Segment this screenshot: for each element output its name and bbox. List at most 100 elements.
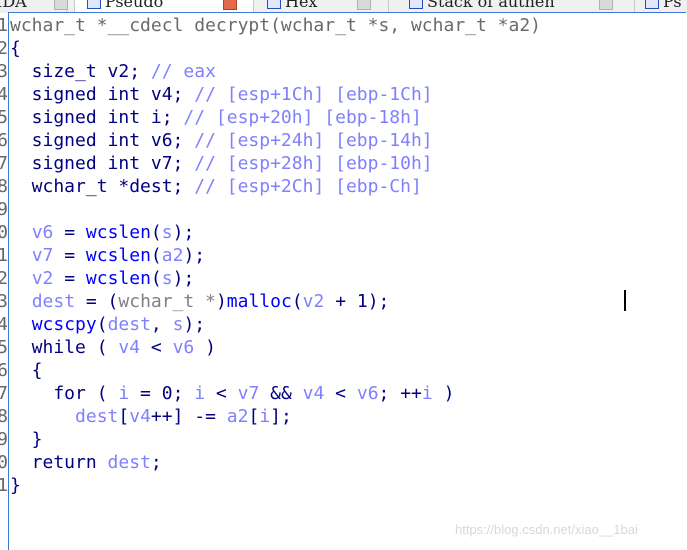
code-token: v4 bbox=[302, 383, 325, 404]
code-text: wchar_t *__cdecl decrypt(wchar_t *s, wch… bbox=[10, 14, 541, 37]
line-number: 13 bbox=[0, 291, 8, 312]
code-token: ); bbox=[172, 268, 195, 289]
code-token: v7 bbox=[237, 383, 260, 404]
code-text: signed int v4; // [esp+1Ch] [ebp-1Ch] bbox=[10, 83, 433, 106]
tab-label: IDA bbox=[0, 0, 27, 11]
code-token: v6 bbox=[31, 222, 54, 243]
close-icon[interactable] bbox=[599, 0, 613, 10]
code-token: { bbox=[10, 38, 21, 59]
line-number: 4 bbox=[0, 84, 8, 105]
line-number: 16 bbox=[0, 360, 8, 381]
code-token: } bbox=[10, 475, 21, 496]
code-token: signed int i; bbox=[10, 107, 184, 128]
code-token: // [esp+28h] [ebp-10h] bbox=[194, 153, 433, 174]
code-token: ) bbox=[432, 383, 455, 404]
tab-label: Stack of authen bbox=[427, 0, 555, 11]
code-token: ++] -= bbox=[150, 406, 227, 427]
tab-stack-of-authen[interactable]: Stack of authen bbox=[389, 0, 635, 12]
code-token: size_t v2; bbox=[10, 61, 151, 82]
code-text: wchar_t *dest; // [esp+2Ch] [ebp-Ch] bbox=[10, 175, 422, 198]
code-token: } bbox=[10, 429, 43, 450]
code-token: i bbox=[194, 383, 206, 404]
code-text: } bbox=[10, 428, 43, 451]
line-number: 5 bbox=[0, 107, 8, 128]
code-token: , bbox=[150, 314, 173, 335]
code-text: } bbox=[10, 474, 21, 497]
code-token: v4 bbox=[118, 337, 141, 358]
code-text: size_t v2; // eax bbox=[10, 60, 216, 83]
code-token: // eax bbox=[150, 61, 216, 82]
code-text: return dest; bbox=[10, 451, 162, 474]
close-icon[interactable] bbox=[357, 0, 371, 10]
code-text: while ( v4 < v6 ) bbox=[10, 336, 216, 359]
code-token: v4 bbox=[129, 406, 151, 427]
code-text: signed int v7; // [esp+28h] [ebp-10h] bbox=[10, 152, 433, 175]
code-text: dest[v4++] -= a2[i]; bbox=[10, 405, 292, 428]
code-token: ; bbox=[150, 452, 162, 473]
code-token: v2 bbox=[31, 268, 54, 289]
line-number: 14 bbox=[0, 314, 8, 335]
watermark: https://blog.csdn.net/xiao__1bai bbox=[455, 522, 638, 537]
code-text: signed int i; // [esp+20h] [ebp-18h] bbox=[10, 106, 422, 129]
close-icon[interactable] bbox=[223, 0, 237, 10]
code-token: { bbox=[10, 360, 43, 381]
hex-icon bbox=[267, 0, 281, 9]
code-token: signed int v6; bbox=[10, 130, 195, 151]
code-token: i bbox=[118, 383, 130, 404]
text-cursor bbox=[624, 290, 626, 311]
code-token: wchar_t *__cdecl decrypt(wchar_t *s, wch… bbox=[10, 15, 542, 36]
line-number: 18 bbox=[0, 406, 8, 427]
code-token: wchar_t *dest; bbox=[10, 176, 195, 197]
code-token: = ( bbox=[75, 291, 119, 312]
line-number: 10 bbox=[0, 222, 8, 243]
code-token: ) bbox=[215, 291, 227, 312]
stack-icon bbox=[409, 0, 423, 9]
tab-label: Ps bbox=[663, 0, 682, 11]
code-text: { bbox=[10, 37, 21, 60]
code-token: < bbox=[205, 383, 238, 404]
code-token: // [esp+24h] [ebp-14h] bbox=[194, 130, 433, 151]
code-token: v2 bbox=[302, 291, 325, 312]
code-token: signed int v4; bbox=[10, 84, 195, 105]
line-number: 8 bbox=[0, 176, 8, 197]
code-token: ); bbox=[183, 245, 206, 266]
code-token: dest bbox=[75, 406, 119, 427]
code-token: dest bbox=[107, 314, 151, 335]
code-token: v6 bbox=[356, 383, 379, 404]
code-token: ; ++ bbox=[378, 383, 422, 404]
tab-ida[interactable]: IDA bbox=[0, 0, 68, 12]
code-token: ( bbox=[150, 268, 162, 289]
tab-ps[interactable]: Ps bbox=[635, 0, 687, 12]
code-text: v6 = wcslen(s); bbox=[10, 221, 195, 244]
code-token: < bbox=[324, 383, 357, 404]
line-number: 6 bbox=[0, 130, 8, 151]
code-token: v7 bbox=[31, 245, 54, 266]
code-token: ]; bbox=[270, 406, 292, 427]
line-number: 15 bbox=[0, 337, 8, 358]
code-token: ( bbox=[291, 291, 303, 312]
code-token: signed int v7; bbox=[10, 153, 195, 174]
tab-label: Pseudo bbox=[105, 0, 164, 11]
code-text: for ( i = 0; i < v7 && v4 < v6; ++i ) bbox=[10, 382, 454, 405]
code-token: v6 bbox=[172, 337, 195, 358]
line-number: 7 bbox=[0, 153, 8, 174]
code-token: i bbox=[259, 406, 271, 427]
line-number: 2 bbox=[0, 38, 8, 59]
code-token: a2 bbox=[226, 406, 249, 427]
line-number: 19 bbox=[0, 429, 8, 450]
close-icon[interactable] bbox=[54, 0, 68, 10]
code-token: + 1); bbox=[324, 291, 390, 312]
code-token: ) bbox=[194, 337, 216, 358]
code-token: < bbox=[140, 337, 173, 358]
code-token: ); bbox=[183, 314, 206, 335]
code-token: wcslen bbox=[85, 222, 151, 243]
code-token: wchar_t * bbox=[118, 291, 216, 312]
code-token: = bbox=[53, 245, 86, 266]
code-token: dest bbox=[107, 452, 151, 473]
code-token: ); bbox=[172, 222, 195, 243]
tab-hex[interactable]: Hex bbox=[253, 0, 389, 12]
code-token: dest bbox=[31, 291, 76, 312]
